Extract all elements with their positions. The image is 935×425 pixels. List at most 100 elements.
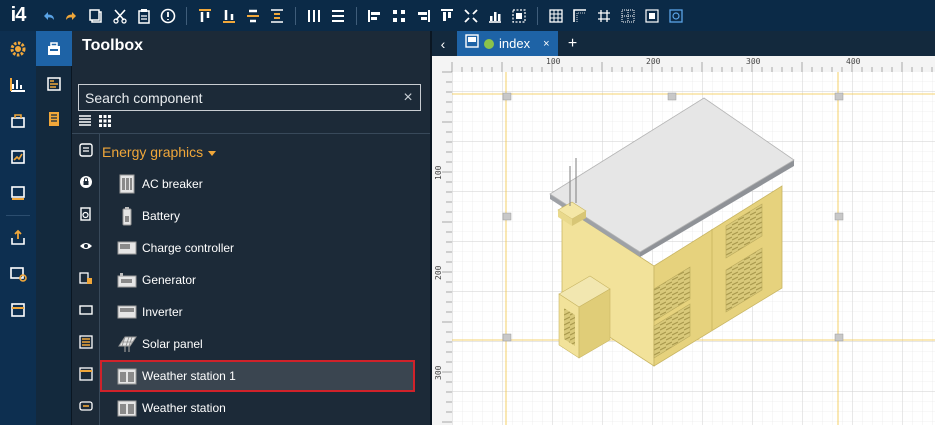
group-icon[interactable]: [509, 5, 529, 27]
view-toggles: [78, 114, 112, 128]
toolbox-panel: Toolbox × Energy graphics AC breaker Batt…: [72, 31, 430, 425]
component-item[interactable]: Weather station 1: [100, 360, 415, 392]
category-energy-graphics[interactable]: Energy graphics: [102, 144, 217, 160]
category-tag-icon[interactable]: [72, 390, 100, 422]
weather-station-icon: [117, 366, 137, 386]
grid-view-icon[interactable]: [98, 114, 112, 128]
toolbar-buttons: [36, 5, 688, 27]
export-icon[interactable]: [0, 220, 36, 256]
clear-search-icon[interactable]: ×: [396, 89, 420, 107]
list-view-icon[interactable]: [78, 114, 92, 128]
search-box: ×: [78, 84, 421, 111]
category-panel-icon[interactable]: [72, 358, 100, 390]
panel-rail: [36, 31, 72, 425]
component-item[interactable]: Generator: [100, 264, 415, 296]
report-icon[interactable]: [0, 139, 36, 175]
generator-icon: [117, 270, 137, 290]
ac-breaker-icon: [117, 174, 137, 194]
notes-icon[interactable]: [36, 101, 72, 136]
ruler-label: 100: [434, 165, 443, 180]
list-icon[interactable]: [0, 175, 36, 211]
component-label: AC breaker: [142, 177, 203, 191]
tab-label: index: [499, 36, 531, 51]
add-tab-button[interactable]: +: [562, 31, 584, 56]
settings-icon[interactable]: [0, 31, 36, 67]
inverter-icon: [117, 302, 137, 322]
tab-index[interactable]: index ×: [457, 31, 558, 56]
grid-icon[interactable]: [546, 5, 566, 27]
top-toolbar: i4: [0, 0, 935, 31]
chevron-down-icon: [208, 150, 217, 156]
ruler-label: 200: [646, 57, 661, 66]
component-label: Inverter: [142, 305, 183, 319]
category-library-icon[interactable]: [72, 262, 100, 294]
component-label: Weather station: [142, 401, 226, 415]
status-dot: [484, 38, 494, 49]
ruler-label: 200: [434, 265, 443, 280]
component-label: Charge controller: [142, 241, 235, 255]
component-label: Generator: [142, 273, 197, 287]
canvas-drawing[interactable]: 100 200 300 400 100 200 300: [432, 56, 935, 425]
category-basic-icon[interactable]: [72, 134, 100, 166]
component-label: Battery: [142, 209, 181, 223]
dashboard-icon[interactable]: [0, 67, 36, 103]
component-item[interactable]: Charge controller: [100, 232, 415, 264]
align-middle-icon[interactable]: [243, 5, 263, 27]
align-right-icon[interactable]: [413, 5, 433, 27]
frame-icon[interactable]: [666, 5, 686, 27]
main-nav-rail: [0, 31, 36, 425]
distribute-icon[interactable]: [267, 5, 287, 27]
weather-station-icon: [117, 398, 137, 418]
category-security-icon[interactable]: [72, 166, 100, 198]
category-list-icon[interactable]: [72, 326, 100, 358]
category-display-icon[interactable]: [72, 294, 100, 326]
battery-icon: [117, 206, 137, 226]
center-grid-icon[interactable]: [642, 5, 662, 27]
component-item[interactable]: Solar panel: [100, 328, 415, 360]
align-left-icon[interactable]: [365, 5, 385, 27]
component-item[interactable]: Weather station: [100, 392, 415, 424]
rows-icon[interactable]: [328, 5, 348, 27]
app-logo: i4: [10, 4, 27, 26]
copy-icon[interactable]: [86, 5, 106, 27]
ruler-label: 100: [546, 57, 561, 66]
undo-icon[interactable]: [38, 5, 58, 27]
chevron-left-icon[interactable]: ‹: [432, 31, 454, 56]
page-icon: [465, 34, 479, 53]
grid-lines-icon[interactable]: [594, 5, 614, 27]
columns-icon[interactable]: [304, 5, 324, 27]
redo-icon[interactable]: [62, 5, 82, 27]
editor-area: ‹ index × + 100 200 300 400 100 200 300: [432, 31, 935, 425]
paste-icon[interactable]: [134, 5, 154, 27]
component-item[interactable]: AC breaker: [100, 168, 415, 200]
component-item[interactable]: Inverter: [100, 296, 415, 328]
category-view-icon[interactable]: [72, 230, 100, 262]
component-item[interactable]: Battery: [100, 200, 415, 232]
align-center-icon[interactable]: [389, 5, 409, 27]
design-canvas[interactable]: 100 200 300 400 100 200 300: [432, 56, 935, 425]
search-input[interactable]: [79, 85, 396, 110]
category-device-icon[interactable]: [72, 198, 100, 230]
layers-icon[interactable]: [36, 66, 72, 101]
monitor-icon[interactable]: [0, 256, 36, 292]
same-size-icon[interactable]: [461, 5, 481, 27]
chart-icon[interactable]: [485, 5, 505, 27]
component-label: Weather station 1: [142, 369, 236, 383]
snap-icon[interactable]: [570, 5, 590, 27]
align-top-edge-icon[interactable]: [437, 5, 457, 27]
power-icon[interactable]: [0, 103, 36, 139]
window-icon[interactable]: [0, 292, 36, 328]
cut-icon[interactable]: [110, 5, 130, 27]
ruler-label: 300: [434, 365, 443, 380]
dotted-grid-icon[interactable]: [618, 5, 638, 27]
toolbox-icon[interactable]: [36, 31, 72, 66]
toolbox-title: Toolbox: [82, 37, 144, 54]
align-top-icon[interactable]: [195, 5, 215, 27]
component-list: AC breaker Battery Charge controller Genera…: [100, 168, 415, 424]
info-icon[interactable]: [158, 5, 178, 27]
solar-panel-icon: [117, 334, 137, 354]
ruler-label: 400: [846, 57, 861, 66]
align-bottom-icon[interactable]: [219, 5, 239, 27]
category-rail: [72, 134, 100, 425]
close-tab-icon[interactable]: ×: [543, 38, 549, 50]
